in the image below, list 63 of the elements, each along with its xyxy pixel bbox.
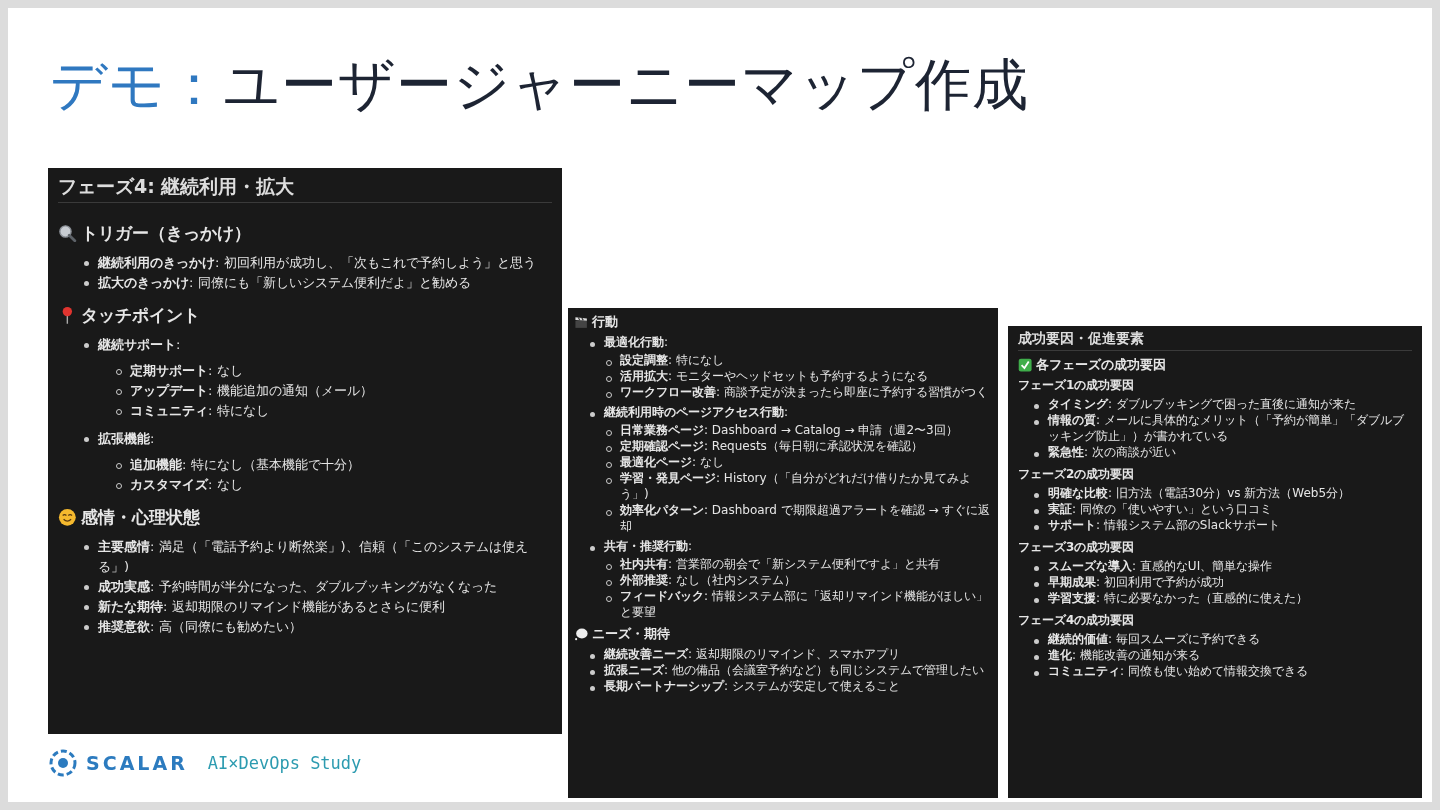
subsection-heading: フェーズ3の成功要因 xyxy=(1018,539,1136,555)
section-title: 成功要因・促進要素 xyxy=(1018,328,1412,351)
subsection-heading: フェーズ4の成功要因 xyxy=(1018,612,1136,628)
list-item: 追加機能: 特になし（基本機能で十分） xyxy=(114,455,552,475)
section-heading: 各フェーズの成功要因 xyxy=(1036,357,1167,373)
list-item: フィードバック: 情報システム部に「返却リマインド機能がほしい」と要望 xyxy=(604,588,992,620)
list-item: 新たな期待: 返却期限のリマインド機能があるとさらに便利 xyxy=(82,597,552,617)
list-item: 長期パートナーシップ: システムが安定して使えること xyxy=(588,678,992,694)
section-title: フェーズ4: 継続利用・拡大 xyxy=(58,172,552,203)
list-item: 日常業務ページ: Dashboard → Catalog → 申請（週2〜3回） xyxy=(604,422,992,438)
list-item: コミュニティ: 特になし xyxy=(114,401,552,421)
clapperboard-icon xyxy=(574,314,589,330)
list-item: 共有・推奨行動: xyxy=(588,538,992,554)
logo-icon xyxy=(48,748,78,778)
list-item: 学習・発見ページ: History（「自分がどれだけ借りたか見てみよう」) xyxy=(604,470,992,502)
list-item: 活用拡大: モニターやヘッドセットも予約するようになる xyxy=(604,368,992,384)
speech-bubble-icon xyxy=(574,626,589,642)
list-item: 情報の質: メールに具体的なメリット（「予約が簡単」「ダブルブッキング防止」）が書かれている xyxy=(1032,412,1412,444)
list-item: 効率化パターン: Dashboard で期限超過アラートを確認 → すぐに返却 xyxy=(604,502,992,534)
list-item: ワークフロー改善: 商談予定が決まったら即座に予約する習慣がつく xyxy=(604,384,992,400)
list-item: 社内共有: 営業部の朝会で「新システム便利ですよ」と共有 xyxy=(604,556,992,572)
subsection-heading: フェーズ1の成功要因 xyxy=(1018,377,1136,393)
list-item: 継続サポート: xyxy=(82,335,552,355)
list-item: 外部推奨: なし（社内システム） xyxy=(604,572,992,588)
subsection-heading: フェーズ2の成功要因 xyxy=(1018,466,1136,482)
list-item: 主要感情: 満足（「電話予約より断然楽」)、信頼（「このシステムは使える」) xyxy=(82,537,552,577)
list-item: 学習支援: 特に必要なかった（直感的に使えた） xyxy=(1032,590,1412,606)
list-item: 定期サポート: なし xyxy=(114,361,552,381)
magnifier-icon xyxy=(58,223,77,243)
list-item: 拡張ニーズ: 他の備品（会議室予約など）も同じシステムで管理したい xyxy=(588,662,992,678)
section-heading: トリガー（きっかけ） xyxy=(80,223,251,243)
check-icon xyxy=(1018,357,1033,373)
list-item: 成功実感: 予約時間が半分になった、ダブルブッキングがなくなった xyxy=(82,577,552,597)
slide-title: デモ：ユーザージャーニーマップ作成 xyxy=(50,51,1029,119)
section-heading: 感情・心理状態 xyxy=(80,507,200,527)
list-item: 拡大のきっかけ: 同僚にも「新しいシステム便利だよ」と勧める xyxy=(82,273,552,293)
list-item: サポート: 情報システム部のSlackサポート xyxy=(1032,517,1412,533)
list-item: 設定調整: 特になし xyxy=(604,352,992,368)
list-item: 実証: 同僚の「使いやすい」という口コミ xyxy=(1032,501,1412,517)
list-item: 定期確認ページ: Requests（毎日朝に承認状況を確認） xyxy=(604,438,992,454)
section-heading: ニーズ・期待 xyxy=(592,626,671,642)
list-item: カスタマイズ: なし xyxy=(114,475,552,495)
tagline: AI×DevOps Study xyxy=(207,753,362,773)
list-item: 明確な比較: 旧方法（電話30分）vs 新方法（Web5分） xyxy=(1032,485,1412,501)
list-item: 継続利用時のページアクセス行動: xyxy=(588,404,992,420)
list-item: 拡張機能: xyxy=(82,429,552,449)
smiley-icon xyxy=(58,507,77,527)
list-item: タイミング: ダブルブッキングで困った直後に通知が来た xyxy=(1032,396,1412,412)
list-item: アップデート: 機能追加の通知（メール） xyxy=(114,381,552,401)
list-item: 推奨意欲: 高（同僚にも勧めたい） xyxy=(82,617,552,637)
section-heading: 行動 xyxy=(592,314,619,330)
list-item: 継続利用のきっかけ: 初回利用が成功し、「次もこれで予約しよう」と思う xyxy=(82,253,552,273)
logo-text: SCALAR xyxy=(86,752,188,774)
list-item: 継続的価値: 毎回スムーズに予約できる xyxy=(1032,631,1412,647)
list-item: 緊急性: 次の商談が近い xyxy=(1032,444,1412,460)
list-item: 早期成果: 初回利用で予約が成功 xyxy=(1032,574,1412,590)
list-item: 進化: 機能改善の通知が来る xyxy=(1032,647,1412,663)
list-item: コミュニティ: 同僚も使い始めて情報交換できる xyxy=(1032,663,1412,679)
list-item: 最適化ページ: なし xyxy=(604,454,992,470)
list-item: 最適化行動: xyxy=(588,334,992,350)
list-item: スムーズな導入: 直感的なUI、簡単な操作 xyxy=(1032,558,1412,574)
section-heading: タッチポイント xyxy=(80,305,200,325)
list-item: 継続改善ニーズ: 返却期限のリマインド、スマホアプリ xyxy=(588,646,992,662)
